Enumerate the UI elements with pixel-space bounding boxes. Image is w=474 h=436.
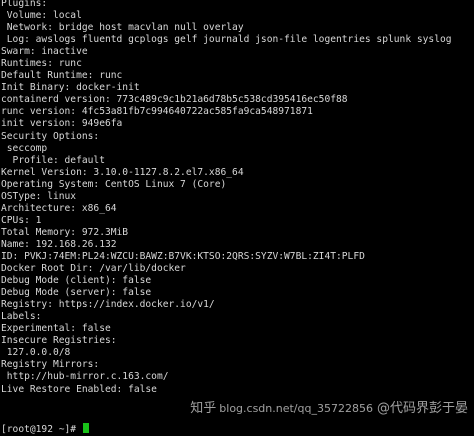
terminal-line: Live Restore Enabled: false: [1, 383, 157, 395]
terminal-line: 127.0.0.0/8: [1, 347, 71, 359]
watermark-site: @代码界彭于晏: [376, 401, 468, 416]
terminal-line: Insecure Registries:: [1, 335, 117, 347]
terminal-line: Runtimes: runc: [1, 58, 82, 70]
terminal-line: Plugins:: [1, 0, 48, 9]
terminal-line: containerd version: 773c489c9c1b21a6d78b…: [1, 94, 348, 106]
terminal-line: Kernel Version: 3.10.0-1127.8.2.el7.x86_…: [1, 166, 244, 178]
terminal-line: Name: 192.168.26.132: [1, 238, 117, 250]
terminal-line: Total Memory: 972.3MiB: [1, 226, 129, 238]
terminal-line: Profile: default: [1, 154, 105, 166]
watermark-user: blog.csdn.net/qq_35722856: [219, 402, 373, 415]
terminal-line: init version: 949e6fa: [1, 118, 123, 130]
terminal-line: Swarm: inactive: [1, 46, 88, 58]
terminal-line: Debug Mode (client): false: [1, 275, 152, 287]
command-prompt[interactable]: [root@192 ~]#: [1, 423, 89, 436]
terminal-line: Network: bridge host macvlan null overla…: [1, 22, 244, 34]
terminal-line: Registry: https://index.docker.io/v1/: [1, 299, 215, 311]
terminal-line: Operating System: CentOS Linux 7 (Core): [1, 178, 227, 190]
terminal-line: http://hub-mirror.c.163.com/: [1, 371, 169, 383]
terminal-line: ID: PVKJ:74EM:PL24:WZCU:BAWZ:B7VK:KTSO:2…: [1, 250, 365, 262]
terminal-cursor: [82, 423, 89, 433]
terminal-window[interactable]: Plugins: Volume: local Network: bridge h…: [0, 0, 474, 436]
watermark: 知乎 blog.csdn.net/qq_35722856 @代码界彭于晏: [190, 401, 468, 417]
terminal-line: Debug Mode (server): false: [1, 287, 152, 299]
terminal-line: Labels:: [1, 311, 42, 323]
watermark-brand: 知乎: [190, 401, 217, 416]
terminal-line: Default Runtime: runc: [1, 70, 123, 82]
terminal-line: Log: awslogs fluentd gcplogs gelf journa…: [1, 34, 452, 46]
terminal-line: Volume: local: [1, 10, 82, 22]
prompt-text: [root@192 ~]#: [1, 424, 82, 435]
terminal-line: seccomp: [1, 142, 48, 154]
terminal-output: Plugins: Volume: local Network: bridge h…: [1, 0, 471, 408]
terminal-line: runc version: 4fc53a81fb7c994640722ac585…: [1, 106, 313, 118]
terminal-line: Init Binary: docker-init: [1, 82, 140, 94]
terminal-line: CPUs: 1: [1, 214, 42, 226]
terminal-line: Architecture: x86_64: [1, 202, 117, 214]
terminal-line: Docker Root Dir: /var/lib/docker: [1, 263, 186, 275]
terminal-line: Registry Mirrors:: [1, 359, 100, 371]
terminal-line: OSType: linux: [1, 190, 77, 202]
terminal-line: Security Options:: [1, 130, 100, 142]
terminal-line: Experimental: false: [1, 323, 111, 335]
